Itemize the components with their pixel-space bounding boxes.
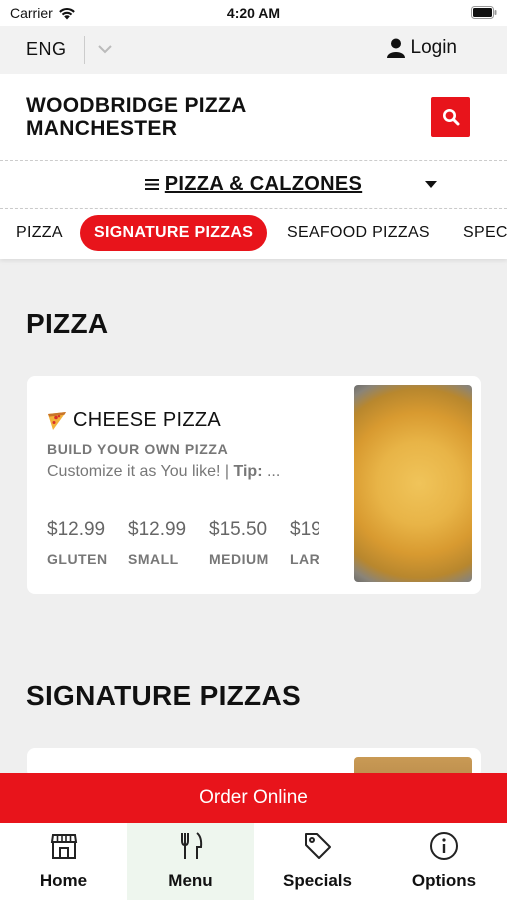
login-label: Login bbox=[410, 37, 458, 58]
search-icon bbox=[442, 109, 459, 126]
hamburger-menu-icon bbox=[144, 179, 159, 190]
tab-signature-pizzas[interactable]: SIGNATURE PIZZAS bbox=[80, 215, 268, 251]
battery-icon bbox=[471, 6, 497, 19]
nav-menu-label: Menu bbox=[168, 871, 213, 890]
restaurant-name-line2: MANCHESTER bbox=[26, 117, 178, 140]
chevron-down-icon[interactable] bbox=[96, 40, 114, 58]
restaurant-name-line1: WOODBRIDGE PIZZA bbox=[26, 94, 247, 117]
nav-menu[interactable]: Menu bbox=[127, 823, 254, 900]
item-name: CHEESE PIZZA bbox=[47, 409, 221, 432]
tag-icon bbox=[304, 833, 331, 859]
info-icon bbox=[430, 832, 458, 860]
category-label: PIZZA & CALZONES bbox=[164, 173, 363, 195]
price-size-label: LAR bbox=[290, 551, 319, 567]
store-icon bbox=[50, 834, 77, 859]
item-name-label: CHEESE PIZZA bbox=[73, 409, 222, 431]
tab-specialty[interactable]: SPEC bbox=[463, 215, 507, 251]
bottom-nav: Home Menu Specials Options bbox=[0, 823, 507, 900]
item-photo bbox=[354, 385, 472, 582]
restaurant-header: WOODBRIDGE PIZZA MANCHESTER bbox=[0, 74, 507, 161]
nav-home[interactable]: Home bbox=[0, 823, 127, 900]
nav-specials[interactable]: Specials bbox=[254, 823, 381, 900]
price-size-label: MEDIUM bbox=[209, 551, 269, 567]
nav-options-label: Options bbox=[411, 871, 477, 890]
section-title: PIZZA bbox=[26, 308, 109, 339]
nav-home-label: Home bbox=[39, 871, 88, 890]
status-bar: Carrier 4:20 AM bbox=[0, 0, 507, 26]
price-list: $12.99 GLUTEN $12.99 SMALL $15.50 MEDIUM… bbox=[47, 519, 319, 569]
status-time: 4:20 AM bbox=[226, 5, 281, 21]
item-description: Customize it as You like! | Tip: ... bbox=[47, 463, 309, 481]
category-selector[interactable]: PIZZA & CALZONES bbox=[0, 161, 507, 209]
login-button[interactable]: Login bbox=[386, 37, 458, 59]
tab-pizza[interactable]: PIZZA bbox=[16, 215, 63, 251]
caret-down-icon[interactable] bbox=[425, 181, 437, 188]
price-size-label: SMALL bbox=[128, 551, 179, 567]
nav-specials-label: Specials bbox=[283, 871, 352, 890]
price-option[interactable]: $12.99 SMALL bbox=[128, 519, 208, 567]
price-amount: $15.50 bbox=[209, 519, 268, 540]
divider bbox=[84, 36, 85, 64]
search-button[interactable] bbox=[431, 97, 470, 137]
price-amount: $12.99 bbox=[128, 519, 187, 540]
pizza-slice-icon bbox=[48, 411, 66, 430]
price-option[interactable]: $15.50 MEDIUM bbox=[209, 519, 289, 567]
price-amount: $12.99 bbox=[47, 519, 106, 540]
price-size-label: GLUTEN bbox=[47, 551, 108, 567]
nav-options[interactable]: Options bbox=[381, 823, 507, 900]
price-option[interactable]: $19 LAR bbox=[290, 519, 319, 567]
tip-label: Tip: bbox=[233, 463, 263, 480]
language-bar: ENG Login bbox=[0, 26, 507, 74]
order-online-button[interactable]: Order Online bbox=[0, 773, 507, 823]
price-amount: $19 bbox=[290, 519, 319, 540]
tab-seafood-pizzas[interactable]: SEAFOOD PIZZAS bbox=[287, 215, 430, 251]
restaurant-name: WOODBRIDGE PIZZA MANCHESTER bbox=[26, 94, 247, 140]
item-subtitle: BUILD YOUR OWN PIZZA bbox=[47, 441, 229, 457]
fork-knife-icon bbox=[180, 832, 202, 859]
price-option[interactable]: $12.99 GLUTEN bbox=[47, 519, 127, 567]
subcategory-tabs: PIZZA SIGNATURE PIZZAS SEAFOOD PIZZAS SP… bbox=[0, 209, 507, 259]
language-selector[interactable]: ENG bbox=[26, 39, 67, 60]
user-icon bbox=[386, 38, 405, 58]
menu-item-card[interactable]: CHEESE PIZZA BUILD YOUR OWN PIZZA Custom… bbox=[27, 376, 481, 594]
section-title: SIGNATURE PIZZAS bbox=[26, 680, 301, 711]
tip-text: ... bbox=[266, 463, 281, 480]
item-description-text: Customize it as You like! bbox=[47, 463, 221, 480]
